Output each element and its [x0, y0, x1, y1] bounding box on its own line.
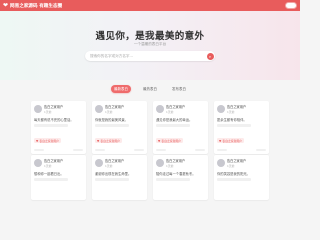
avatar: [34, 105, 42, 113]
avatar: [156, 159, 164, 167]
avatar: [156, 105, 164, 113]
card-text: 你的笑容是我的阳光。: [217, 172, 250, 176]
hero-banner: 遇见你，是我最美的意外 一个温暖的表白平台 搜索你的名字或对方名字… ⌕: [0, 11, 300, 80]
card-author: 告白之家用户: [227, 105, 247, 109]
confession-card[interactable]: 告白之家用户 1天前 遇见你是我最大的幸运。 ♥ 表白之家新用户: [153, 101, 208, 155]
card-text: 谢谢你出现在我生命里。: [95, 172, 132, 176]
card-tag: ♥ 表白之家新用户: [156, 137, 183, 144]
card-author: 告白之家用户: [227, 159, 247, 163]
avatar: [217, 105, 225, 113]
card-text-line: [156, 177, 191, 181]
confession-card[interactable]: 告白之家用户 1天前 你的笑容是我的阳光。: [214, 155, 269, 200]
hero-subtitle: 一个温暖的表白平台: [133, 42, 167, 46]
card-time: 1天前: [227, 110, 235, 114]
card-author: 告白之家用户: [166, 159, 186, 163]
card-text-line: [156, 123, 191, 127]
card-text: 愿余生都有你相伴。: [217, 118, 247, 122]
card-time: 1天前: [44, 110, 52, 114]
tab-publish[interactable]: 发布表白: [169, 85, 189, 93]
card-time: 1天前: [166, 110, 174, 114]
card-tag: ♥ 表白之家新用户: [95, 137, 122, 144]
card-footer: [217, 148, 266, 152]
card-time: 1天前: [166, 164, 174, 168]
card-footer: [34, 148, 83, 152]
card-author: 告白之家用户: [44, 159, 64, 163]
card-text-line: [217, 177, 252, 181]
top-navbar: ❤ 网易之家源码 有趣生态圈: [0, 0, 300, 11]
card-text-line: [95, 177, 130, 181]
card-footer: [156, 148, 205, 152]
avatar: [95, 159, 103, 167]
search-icon: ⌕: [208, 53, 212, 59]
card-time: 1天前: [44, 164, 52, 168]
tab-latest[interactable]: 最新表白: [111, 85, 131, 93]
filter-tabs: 最新表白 最热表白 发布表白: [0, 85, 300, 93]
confession-card[interactable]: 告白之家用户 1天前 每天都有说不完的心里话。 ♥ 表白之家新用户: [31, 101, 86, 155]
user-toggle-button[interactable]: [285, 2, 297, 9]
confession-card[interactable]: 告白之家用户 1天前 想和你一起看日出。: [31, 155, 86, 200]
card-text-line: [217, 123, 252, 127]
hero-title: 遇见你，是我最美的意外: [95, 31, 205, 42]
card-text: 想和你一起看日出。: [34, 172, 64, 176]
card-time: 1天前: [105, 110, 113, 114]
search-button[interactable]: ⌕: [206, 52, 214, 60]
confession-card[interactable]: 告白之家用户 1天前 陪你走过每一个春夏秋冬。: [153, 155, 208, 200]
search-placeholder: 搜索你的名字或对方名字…: [90, 54, 134, 59]
card-text: 遇见你是我最大的幸运。: [156, 118, 193, 122]
card-footer: [95, 148, 144, 152]
confession-card[interactable]: 告白之家用户 1天前 愿余生都有你相伴。 ♥ 表白之家新用户: [214, 101, 269, 155]
card-tag: ♥ 表白之家新用户: [34, 137, 61, 144]
heart-icon: ❤: [3, 2, 9, 9]
card-time: 1天前: [105, 164, 113, 168]
site-brand[interactable]: 网易之家源码 有趣生态圈: [10, 3, 62, 9]
search-input[interactable]: 搜索你的名字或对方名字… ⌕: [85, 51, 215, 61]
card-text: 每天都有说不完的心里话。: [34, 118, 74, 122]
card-author: 告白之家用户: [105, 105, 125, 109]
confession-card[interactable]: 告白之家用户 1天前 谢谢你出现在我生命里。: [92, 155, 147, 200]
avatar: [217, 159, 225, 167]
card-text: 陪你走过每一个春夏秋冬。: [156, 172, 196, 176]
confession-card[interactable]: 告白之家用户 1天前 你就是我的最美风景。 ♥ 表白之家新用户: [92, 101, 147, 155]
card-time: 1天前: [227, 164, 235, 168]
card-author: 告白之家用户: [105, 159, 125, 163]
card-text-line: [95, 123, 130, 127]
card-text: 你就是我的最美风景。: [95, 118, 128, 122]
card-tag: ♥ 表白之家新用户: [217, 137, 244, 144]
card-author: 告白之家用户: [166, 105, 186, 109]
tab-hottest[interactable]: 最热表白: [140, 85, 160, 93]
card-author: 告白之家用户: [44, 105, 64, 109]
card-text-line: [34, 177, 69, 181]
avatar: [95, 105, 103, 113]
card-text-line: [34, 123, 69, 127]
avatar: [34, 159, 42, 167]
confession-card-grid: 告白之家用户 1天前 每天都有说不完的心里话。 ♥ 表白之家新用户 告白之家用户 1…: [31, 101, 269, 200]
